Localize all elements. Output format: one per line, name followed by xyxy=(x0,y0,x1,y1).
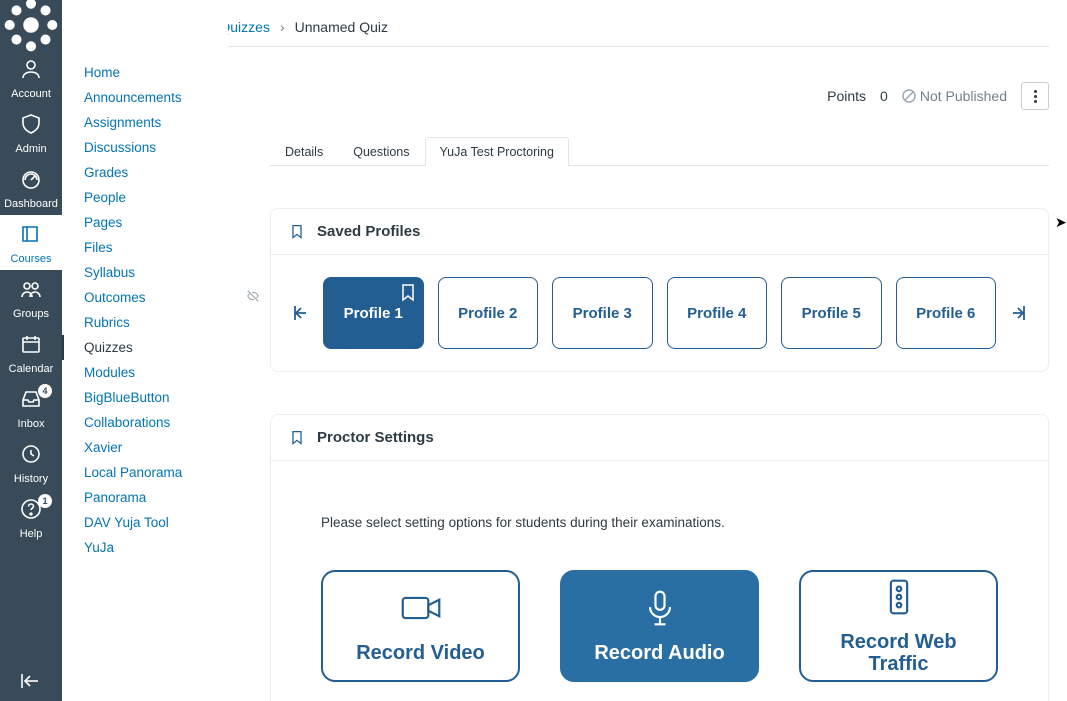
global-nav: Account Admin Dashboard Courses Groups Calend… xyxy=(0,0,62,701)
profiles-next-button[interactable] xyxy=(1006,293,1030,333)
course-nav-modules[interactable]: Modules xyxy=(62,360,228,385)
gnav-admin[interactable]: Admin xyxy=(0,105,62,160)
course-nav: HomeAnnouncementsAssignmentsDiscussionsG… xyxy=(62,0,228,701)
course-nav-xavier[interactable]: Xavier xyxy=(62,435,228,460)
gnav-help[interactable]: 1 Help xyxy=(0,490,62,545)
dashboard-icon xyxy=(19,167,43,196)
ban-icon xyxy=(902,89,916,103)
chevron-right-icon: › xyxy=(280,19,285,35)
profile-card-1[interactable]: Profile 1 xyxy=(323,277,424,349)
more-options-button[interactable] xyxy=(1021,82,1049,110)
gnav-badge: 1 xyxy=(38,494,52,508)
profile-card-2[interactable]: Profile 2 xyxy=(438,277,539,349)
gnav-label: Courses xyxy=(11,253,52,265)
course-nav-local-panorama[interactable]: Local Panorama xyxy=(62,460,228,485)
option-web[interactable]: Record WebTraffic xyxy=(799,570,998,682)
gnav-inbox[interactable]: 4 Inbox xyxy=(0,380,62,435)
web-icon xyxy=(878,578,920,621)
gnav-label: History xyxy=(14,473,48,485)
admin-icon xyxy=(19,112,43,141)
gnav-calendar[interactable]: Calendar xyxy=(0,325,62,380)
points-label: Points xyxy=(827,88,866,104)
groups-icon xyxy=(19,277,43,306)
audio-icon xyxy=(639,589,681,632)
collapse-nav-button[interactable] xyxy=(0,661,62,701)
account-icon xyxy=(19,57,43,86)
bookmark-icon xyxy=(289,430,305,446)
breadcrumb-current: Unnamed Quiz xyxy=(295,19,388,35)
proctor-settings-title: Proctor Settings xyxy=(317,429,434,446)
profiles-prev-button[interactable] xyxy=(289,293,313,333)
breadcrumb: MrB 0987 › Quizzes › Unnamed Quiz xyxy=(228,15,1049,46)
bookmark-icon xyxy=(401,284,415,306)
saved-profiles-panel: Saved Profiles Profile 1Profile 2Profile… xyxy=(270,208,1049,372)
course-nav-bigbluebutton[interactable]: BigBlueButton xyxy=(62,385,228,410)
calendar-icon xyxy=(19,332,43,361)
tab-questions[interactable]: Questions xyxy=(338,137,424,166)
profile-card-3[interactable]: Profile 3 xyxy=(552,277,653,349)
gnav-label: Inbox xyxy=(18,418,45,430)
hidden-icon xyxy=(246,289,260,306)
tab-yuja-test-proctoring[interactable]: YuJa Test Proctoring xyxy=(425,137,569,166)
gnav-account[interactable]: Account xyxy=(0,50,62,105)
option-audio[interactable]: Record Audio xyxy=(560,570,759,682)
points-value: 0 xyxy=(880,88,888,104)
course-nav-people[interactable]: People xyxy=(62,185,228,210)
gnav-label: Help xyxy=(20,528,43,540)
proctor-settings-panel: Proctor Settings Please select setting o… xyxy=(270,414,1049,701)
option-label: Record Audio xyxy=(594,642,724,664)
gnav-dashboard[interactable]: Dashboard xyxy=(0,160,62,215)
course-nav-outcomes[interactable]: Outcomes xyxy=(62,285,228,310)
tab-details[interactable]: Details xyxy=(270,137,338,166)
main-content: MrB 0987 › Quizzes › Unnamed Quiz Points… xyxy=(228,0,1067,701)
option-video[interactable]: Record Video xyxy=(321,570,520,682)
gnav-label: Account xyxy=(11,88,51,100)
status-row: Points 0 Not Published xyxy=(270,82,1049,110)
gnav-label: Calendar xyxy=(9,363,54,375)
option-label: Record WebTraffic xyxy=(840,631,956,675)
breadcrumb-section[interactable]: Quizzes xyxy=(228,19,270,35)
not-published-status: Not Published xyxy=(902,88,1007,104)
canvas-logo[interactable] xyxy=(0,0,62,50)
tabs: DetailsQuestionsYuJa Test Proctoring xyxy=(270,136,1049,166)
course-nav-panorama[interactable]: Panorama xyxy=(62,485,228,510)
saved-profiles-title: Saved Profiles xyxy=(317,223,420,240)
course-nav-announcements[interactable]: Announcements xyxy=(62,85,228,110)
option-label: Record Video xyxy=(356,642,485,664)
video-icon xyxy=(400,589,442,632)
gnav-label: Groups xyxy=(13,308,49,320)
course-nav-yuja[interactable]: YuJa xyxy=(62,535,228,560)
bookmark-icon xyxy=(289,224,305,240)
gnav-courses[interactable]: Courses xyxy=(0,215,62,270)
profile-card-5[interactable]: Profile 5 xyxy=(781,277,882,349)
history-icon xyxy=(19,442,43,471)
course-nav-syllabus[interactable]: Syllabus xyxy=(62,260,228,285)
course-nav-collaborations[interactable]: Collaborations xyxy=(62,410,228,435)
courses-icon xyxy=(19,222,43,251)
course-nav-assignments[interactable]: Assignments xyxy=(62,110,228,135)
gnav-label: Dashboard xyxy=(4,198,58,210)
course-nav-grades[interactable]: Grades xyxy=(62,160,228,185)
gnav-groups[interactable]: Groups xyxy=(0,270,62,325)
course-nav-discussions[interactable]: Discussions xyxy=(62,135,228,160)
course-nav-dav-yuja-tool[interactable]: DAV Yuja Tool xyxy=(62,510,228,535)
gnav-badge: 4 xyxy=(38,384,52,398)
course-nav-files[interactable]: Files xyxy=(62,235,228,260)
profile-card-6[interactable]: Profile 6 xyxy=(896,277,997,349)
course-nav-quizzes[interactable]: Quizzes xyxy=(62,335,228,360)
course-nav-home[interactable]: Home xyxy=(62,60,228,85)
divider xyxy=(228,46,1049,47)
profile-card-4[interactable]: Profile 4 xyxy=(667,277,768,349)
gnav-history[interactable]: History xyxy=(0,435,62,490)
course-nav-pages[interactable]: Pages xyxy=(62,210,228,235)
gnav-label: Admin xyxy=(15,143,46,155)
proctor-settings-intro: Please select setting options for studen… xyxy=(321,515,998,530)
course-nav-rubrics[interactable]: Rubrics xyxy=(62,310,228,335)
